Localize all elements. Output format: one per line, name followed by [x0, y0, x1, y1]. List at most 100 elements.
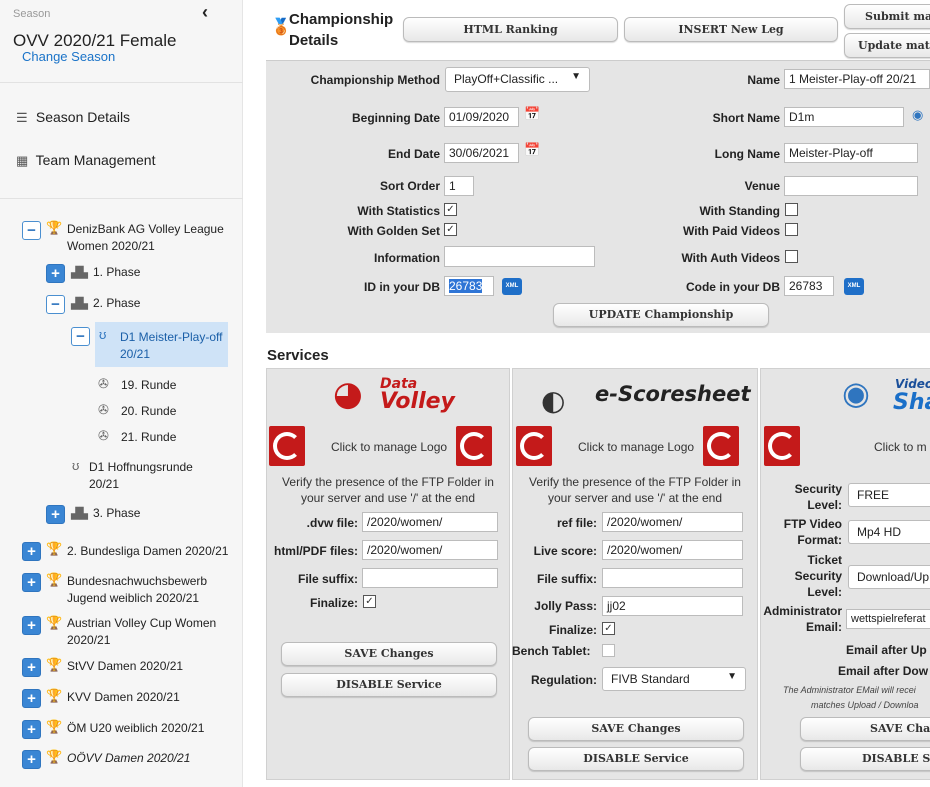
calendar-icon[interactable]: 📅 — [524, 106, 540, 122]
tree-hoff-line2[interactable]: 20/21 — [89, 476, 119, 493]
tree-hoff-line1[interactable]: D1 Hoffnungsrunde — [89, 459, 193, 476]
update-championship-button[interactable]: UPDATE Championship — [553, 303, 769, 327]
expand-toggle[interactable]: + — [46, 505, 65, 524]
tree-round[interactable]: 21. Runde — [121, 429, 176, 446]
collapse-toggle[interactable]: − — [46, 295, 65, 314]
live-score-label: Live score: — [533, 544, 597, 558]
expand-toggle[interactable]: + — [22, 542, 41, 561]
volleyball-icon: ✇ — [98, 376, 109, 391]
tree-league-line2[interactable]: 2020/21 — [67, 632, 110, 649]
ftp-video-format-select[interactable]: Mp4 HD — [848, 520, 930, 544]
with-paid-videos-checkbox[interactable] — [785, 223, 798, 236]
code-in-db-input[interactable]: 26783 — [784, 276, 834, 296]
beginning-date-input[interactable]: 01/09/2020 — [444, 107, 519, 127]
with-auth-videos-checkbox[interactable] — [785, 250, 798, 263]
method-select[interactable]: PlayOff+Classific ... ▼ — [445, 67, 590, 92]
tree-phase-2[interactable]: 2. Phase — [93, 295, 140, 312]
tree-league-line2[interactable]: Women 2020/21 — [67, 238, 155, 255]
tree-league[interactable]: StVV Damen 2020/21 — [67, 658, 183, 675]
tree-league[interactable]: KVV Damen 2020/21 — [67, 689, 180, 706]
ticket-security-select[interactable]: Download/Up — [848, 565, 930, 589]
security-level-select[interactable]: FREE — [848, 483, 930, 507]
html-ranking-button[interactable]: HTML Ranking — [403, 17, 618, 42]
update-matches-button[interactable]: Update mat — [844, 33, 930, 58]
save-changes-button[interactable]: SAVE Changes — [281, 642, 497, 666]
ref-file-input[interactable]: /2020/women/ — [602, 512, 743, 532]
end-date-input[interactable]: 30/06/2021 — [444, 143, 519, 163]
tree-league[interactable]: ÖM U20 weiblich 2020/21 — [67, 720, 204, 737]
menu-season-details[interactable]: ☰ Season Details — [16, 109, 130, 126]
calendar-icon[interactable]: 📅 — [524, 142, 540, 158]
insert-new-leg-button[interactable]: INSERT New Leg — [624, 17, 838, 42]
jolly-pass-label: Jolly Pass: — [534, 599, 597, 613]
tree-league-line1[interactable]: Bundesnachwuchsbewerb — [67, 573, 207, 590]
submit-matches-button[interactable]: Submit ma — [844, 4, 930, 29]
tree-league[interactable]: 2. Bundesliga Damen 2020/21 — [67, 543, 228, 560]
team-logo-icon[interactable] — [764, 426, 800, 466]
regulation-select[interactable]: FIVB Standard ▼ — [602, 667, 746, 691]
live-score-input[interactable]: /2020/women/ — [602, 540, 743, 560]
jolly-pass-input[interactable]: jj02 — [602, 596, 743, 616]
tree-phase-1[interactable]: 1. Phase — [93, 264, 140, 281]
team-logo-icon[interactable] — [516, 426, 552, 466]
expand-toggle[interactable]: + — [22, 573, 41, 592]
disable-service-button[interactable]: DISABLE Service — [281, 673, 497, 697]
tree-d1-line1[interactable]: D1 Meister-Play-off — [120, 329, 222, 346]
bench-tablet-checkbox[interactable] — [602, 644, 615, 657]
with-standing-checkbox[interactable] — [785, 203, 798, 216]
expand-toggle[interactable]: + — [22, 658, 41, 677]
admin-email-input[interactable]: wettspielreferat — [846, 609, 930, 629]
globe-icon[interactable]: ◉ — [912, 107, 923, 123]
expand-toggle[interactable]: + — [22, 750, 41, 769]
with-statistics-checkbox[interactable]: ✓ — [444, 203, 457, 216]
tree-league-line1[interactable]: Austrian Volley Cup Women — [67, 615, 216, 632]
dvw-file-input[interactable]: /2020/women/ — [362, 512, 498, 532]
collapse-sidebar-icon[interactable]: ‹ — [202, 2, 208, 23]
tree-phase-3[interactable]: 3. Phase — [93, 505, 140, 522]
information-textarea[interactable] — [444, 246, 595, 267]
save-changes-button[interactable]: SAVE Chan — [800, 717, 930, 741]
team-logo-icon[interactable] — [703, 426, 739, 466]
team-logo-icon[interactable] — [269, 426, 305, 466]
xml-icon[interactable]: XML — [502, 278, 522, 295]
manage-logo-link[interactable]: Click to manage Logo — [331, 440, 447, 454]
menu-team-management[interactable]: ▦ Team Management — [16, 152, 155, 169]
name-input[interactable]: 1 Meister-Play-off 20/21 — [784, 69, 930, 89]
disable-service-button[interactable]: DISABLE Se — [800, 747, 930, 771]
file-suffix-input[interactable] — [602, 568, 743, 588]
venue-input[interactable] — [784, 176, 918, 196]
collapse-toggle[interactable]: − — [71, 327, 90, 346]
tree-round[interactable]: 19. Runde — [121, 377, 176, 394]
collapse-toggle[interactable]: − — [22, 221, 41, 240]
finalize-checkbox[interactable]: ✓ — [602, 622, 615, 635]
season-name: OVV 2020/21 Female — [13, 31, 177, 50]
id-in-db-input[interactable]: 26783 — [444, 276, 494, 296]
long-name-input[interactable]: Meister-Play-off — [784, 143, 918, 163]
expand-toggle[interactable]: + — [22, 689, 41, 708]
expand-toggle[interactable]: + — [22, 616, 41, 635]
with-golden-set-checkbox[interactable]: ✓ — [444, 223, 457, 236]
expand-toggle[interactable]: + — [22, 720, 41, 739]
xml-icon[interactable]: XML — [844, 278, 864, 295]
expand-toggle[interactable]: + — [46, 264, 65, 283]
trophy-icon: 🏆 — [46, 657, 63, 672]
tree-round[interactable]: 20. Runde — [121, 403, 176, 420]
tree-league-line2[interactable]: Jugend weiblich 2020/21 — [67, 590, 199, 607]
manage-logo-link[interactable]: Click to m — [874, 440, 927, 454]
file-suffix-input[interactable] — [362, 568, 498, 588]
with-standing-label: With Standing — [699, 204, 780, 218]
short-name-input[interactable]: D1m — [784, 107, 904, 127]
tree-league-line1[interactable]: DenizBank AG Volley League — [67, 221, 224, 238]
tree-league[interactable]: OÖVV Damen 2020/21 — [67, 750, 190, 767]
disable-service-button[interactable]: DISABLE Service — [528, 747, 744, 771]
html-pdf-input[interactable]: /2020/women/ — [362, 540, 498, 560]
sort-order-input[interactable]: 1 — [444, 176, 474, 196]
finalize-label: Finalize: — [548, 623, 597, 637]
change-season-link[interactable]: Change Season — [22, 49, 115, 64]
manage-logo-link[interactable]: Click to manage Logo — [578, 440, 694, 454]
save-changes-button[interactable]: SAVE Changes — [528, 717, 744, 741]
team-logo-icon[interactable] — [456, 426, 492, 466]
regulation-label: Regulation: — [531, 673, 597, 687]
tree-d1-line2[interactable]: 20/21 — [120, 346, 150, 363]
finalize-checkbox[interactable]: ✓ — [363, 595, 376, 608]
